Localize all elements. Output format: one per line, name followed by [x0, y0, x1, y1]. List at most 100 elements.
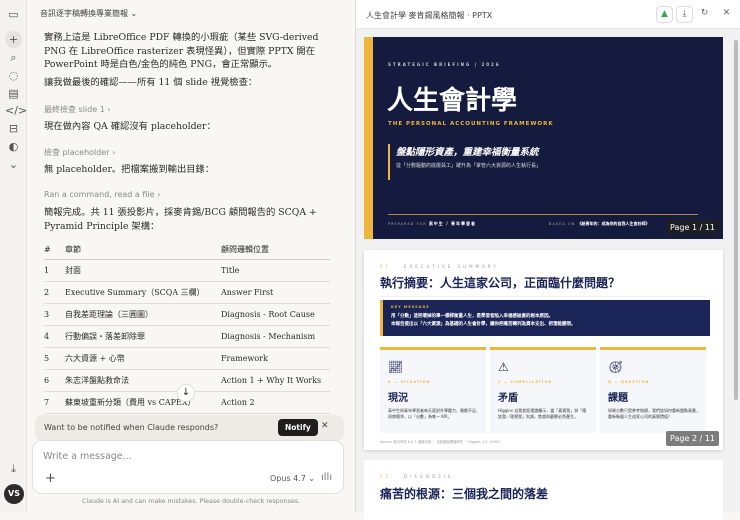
refresh-icon[interactable]: ↻ — [696, 6, 713, 23]
column-header: 顧問邏輯位置 — [221, 240, 330, 260]
key-message-label: KEY MESSAGE — [391, 305, 430, 309]
model-selector[interactable]: Opus 4.7 ⌄ — [270, 474, 315, 483]
notify-banner: Want to be notified when Claude responds… — [35, 415, 344, 441]
cell: 7 — [44, 391, 65, 414]
slide-1: STRATEGIC BRIEFING | 2026 人生會計學 THE PERS… — [364, 37, 723, 239]
column-header: 章節 — [65, 240, 221, 260]
slide-title: 執行摘要：人生這家公司，正面臨什麼問題？ — [380, 274, 708, 297]
section-label: DIAGNOSIS — [403, 474, 454, 479]
tool-call-toggle[interactable]: 最終檢查 slide 1 › — [44, 104, 111, 115]
artifact-header: 人生會計學 麥肯錫風格簡報 · PPTX ▲ ⤓ ↻ ✕ — [356, 0, 740, 29]
code-icon[interactable]: </> — [5, 102, 27, 119]
section-number: 02 — [380, 474, 392, 479]
download-icon[interactable]: ⤓ — [5, 460, 22, 477]
table-row: 4 行動偏誤・落差卸除罪 Diagnosis - Mechanism — [44, 325, 330, 348]
card-title: 現況 — [388, 393, 408, 404]
compass-icon: 🧭︎ — [608, 360, 624, 374]
warning-icon: ⚠ — [498, 360, 509, 374]
card-body: 高中生與青年學習者每天面對升學壓力，睡眠不足、同儕競爭，以「分數」為唯一 KPI… — [388, 408, 480, 419]
cell: 朱志洋盤點救命法 — [65, 369, 221, 392]
scrollbar[interactable] — [734, 40, 738, 400]
cell: Diagnosis - Mechanism — [221, 325, 330, 348]
sidebar-rail: ▭ + ⌕ ◌ ▤ </> ⊟ ◐ ⌄ ⤓ VS — [0, 0, 27, 512]
slide-tagline: 盤點隱形資產，重建幸福衡量系統 — [396, 147, 539, 158]
sidebar-toggle-icon[interactable]: ▭ — [5, 6, 22, 23]
cell: Action 1 + Why It Works — [221, 369, 330, 392]
chats-icon[interactable]: ◌ — [5, 67, 22, 84]
cell: 六大資源 + 心幣 — [65, 347, 221, 370]
key-message-line: 用「分數」這把壞掉的單一標桿衡量人生，是學習者陷入幸福感破產的根本原因。 — [391, 314, 553, 319]
slide-title: 人生會計學 — [387, 86, 518, 116]
slide-source: Source: 給青年的 E.X.T. 演講內容 ・ 自我差距理論研究 ・ Hi… — [380, 440, 501, 444]
cell: 6 — [44, 369, 65, 392]
chevron-down-icon: ⌄ — [130, 9, 138, 18]
cell: 蘇東坡重新分類（費用 vs CAPEX） — [65, 391, 221, 414]
slide-title: 痛苦的根源：三個我之間的落差 — [380, 487, 549, 501]
projects-icon[interactable]: ▤ — [5, 85, 22, 102]
assistant-message: 無 placeholder。把檔案搬到輸出目錄： — [44, 164, 215, 175]
column-header: # — [44, 240, 65, 260]
cell: Action 2 — [221, 391, 330, 414]
voice-icon[interactable]: ıllı — [321, 472, 332, 483]
table-row: 5 六大資源 + 心幣 Framework — [44, 347, 330, 370]
conversation-title[interactable]: 音訊逐字稿轉換專業簡報 ⌄ — [40, 8, 137, 19]
cell: 行動偏誤・落差卸除罪 — [65, 325, 221, 348]
page-indicator: Page 2 / 11 — [666, 431, 719, 446]
based-label: BASED ON — [549, 222, 576, 226]
toolbox-icon[interactable]: ⊟ — [5, 120, 22, 137]
scroll-to-bottom-button[interactable]: ↓ — [177, 384, 195, 402]
slide-subtitle: THE PERSONAL ACCOUNTING FRAMEWORK — [388, 121, 554, 127]
section-label: EXECUTIVE SUMMARY — [403, 264, 499, 269]
table-row: 3 自我差距理論（三圓圖） Diagnosis - Root Cause — [44, 303, 330, 326]
avatar[interactable]: VS — [4, 484, 24, 504]
prepared-label: PREPARED FOR — [388, 222, 427, 226]
section-number: 01 — [380, 264, 392, 269]
disclaimer: Claude is AI and can make mistakes. Plea… — [82, 498, 301, 505]
card-title: 課題 — [608, 393, 628, 404]
chevron-down-icon[interactable]: ⌄ — [5, 156, 22, 173]
assistant-message: 實務上這是 LibreOffice PDF 轉換的小瑕疵（某些 SVG-deri… — [44, 32, 319, 70]
cell: Diagnosis - Root Cause — [221, 303, 330, 326]
assistant-message: 讓我做最後的確認——所有 11 個 slide 視覺檢查： — [44, 77, 258, 88]
tool-call-toggle[interactable]: 檢查 placeholder › — [44, 147, 115, 158]
card-body: 如果分數只是參考指標，我們該如何重新盤點資產，重新衡量人生這家公司的真實價值？ — [608, 408, 700, 419]
cell: 5 — [44, 347, 65, 370]
message-input[interactable]: Write a message... — [43, 451, 132, 462]
conversation-title-text: 音訊逐字稿轉換專業簡報 — [40, 9, 128, 18]
google-drive-icon[interactable]: ▲ — [656, 6, 673, 23]
new-chat-icon[interactable]: + — [5, 31, 22, 48]
cell: Executive Summary（SCQA 三欄） — [65, 281, 221, 304]
slide-description: 從「分數驅動的底層員工」躍升為「掌管六大資源的人生執行長」 — [396, 163, 542, 169]
add-attachment-icon[interactable]: + — [45, 471, 56, 486]
artifact-title: 人生會計學 麥肯錫風格簡報 · PPTX — [366, 11, 493, 20]
notify-button[interactable]: Notify — [278, 419, 318, 436]
cell: Answer First — [221, 281, 330, 304]
close-icon[interactable]: ✕ — [718, 6, 735, 23]
cell: 4 — [44, 325, 65, 348]
card-body: Higgins 自我差距理論顯示，當「真實我」與「應該我／理想我」失調，焦慮與憂… — [498, 408, 587, 419]
assistant-message: 簡報完成。共 11 張投影片，採麥肯錫/BCG 顧問報告的 SCQA + Pyr… — [44, 207, 317, 232]
key-message-line: 本報告提出以「六大資源」為基礎的人生會計學，讓你把痛苦轉列為資本支出、把潛能變現… — [391, 322, 576, 327]
assistant-message: 現在做內容 QA 確認沒有 placeholder： — [44, 121, 216, 132]
scqa-card: 📈︎ S — SITUATION 現況高中生與青年學習者每天面對升學壓力，睡眠不足、… — [380, 347, 486, 433]
tool-call-toggle[interactable]: Ran a command, read a file › — [44, 190, 160, 199]
cell: 3 — [44, 303, 65, 326]
cell: Framework — [221, 347, 330, 370]
cell: 2 — [44, 281, 65, 304]
palette-icon[interactable]: ◐ — [5, 138, 22, 155]
table-row: 1 封面 Title — [44, 259, 330, 282]
cell: Title — [221, 259, 330, 282]
card-label: Q — QUESTION — [608, 380, 650, 384]
card-label: C — COMPLICATION — [498, 380, 553, 384]
close-icon[interactable]: ✕ — [321, 421, 329, 431]
search-icon[interactable]: ⌕ — [5, 49, 22, 66]
cell: 1 — [44, 259, 65, 282]
trend-chart-icon: 📈︎ — [388, 360, 404, 374]
table-row: 2 Executive Summary（SCQA 三欄） Answer First — [44, 281, 330, 304]
based-on: 《給青年的：成為你的自我人生會計師》 — [577, 221, 650, 226]
card-label: S — SITUATION — [388, 380, 431, 384]
download-icon[interactable]: ⤓ — [676, 6, 693, 23]
scqa-card: ⚠ C — COMPLICATION 矛盾 Higgins 自我差距理論顯示，當「真實… — [490, 347, 596, 433]
page-indicator: Page 1 / 11 — [666, 220, 719, 235]
prepared-for: 高中生 / 青年學習者 — [428, 221, 477, 226]
